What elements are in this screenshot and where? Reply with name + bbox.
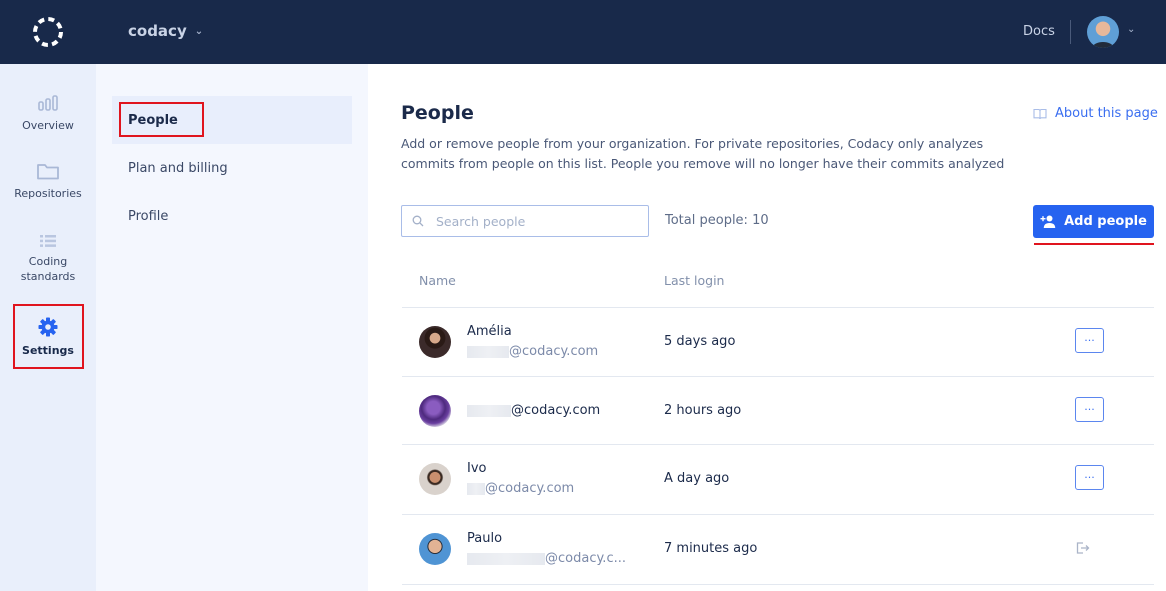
user-avatar[interactable] (1087, 16, 1119, 48)
nav-label: Repositories (14, 187, 82, 200)
person-email: @codacy.com (467, 344, 598, 359)
list-icon (40, 235, 56, 247)
folder-icon (37, 164, 59, 180)
avatar (419, 463, 451, 495)
add-people-highlight-underline (1034, 243, 1154, 245)
top-bar: codacy ⌄ Docs ⌄ (0, 0, 1166, 64)
nav-label: Overview (22, 119, 74, 132)
email-domain: @codacy.com (485, 481, 575, 496)
table-row: Paulo @codacy.c... 7 minutes ago (402, 515, 1154, 583)
person-name: Paulo (467, 531, 503, 546)
subnav-label: Profile (128, 208, 169, 224)
main-content: People About this page Add or remove peo… (368, 64, 1166, 591)
last-login: 2 hours ago (664, 403, 742, 418)
last-login: 5 days ago (664, 334, 736, 349)
subnav-item-plan-and-billing[interactable]: Plan and billing (112, 144, 352, 192)
subnav-label: Plan and billing (128, 160, 228, 176)
about-label: About this page (1055, 106, 1158, 121)
person-name: Amélia (467, 324, 512, 339)
search-input[interactable] (436, 213, 636, 229)
person-email: @codacy.com (467, 481, 574, 496)
codacy-logo-icon[interactable] (30, 14, 66, 50)
table-row: @codacy.com 2 hours ago ... (402, 377, 1154, 445)
bar-chart-icon (38, 95, 58, 111)
avatar (419, 395, 451, 427)
add-people-button[interactable]: Add people (1033, 205, 1154, 238)
page-title: People (401, 102, 474, 124)
search-field[interactable] (401, 205, 649, 237)
subnav-item-profile[interactable]: Profile (112, 192, 352, 240)
email-domain: @codacy.com (509, 344, 599, 359)
book-icon (1033, 108, 1047, 119)
divider (1070, 20, 1071, 44)
avatar (419, 326, 451, 358)
redacted-email-local (467, 482, 485, 495)
about-this-page-link[interactable]: About this page (1033, 106, 1158, 121)
column-header-name: Name (419, 273, 456, 288)
page-description: Add or remove people from your organizat… (401, 136, 1005, 171)
more-options-button[interactable]: ... (1075, 397, 1104, 422)
people-highlight-box (119, 102, 204, 137)
email-domain: @codacy.c... (545, 551, 626, 566)
row-divider (402, 584, 1154, 585)
leave-organization-icon[interactable] (1076, 542, 1090, 554)
last-login: 7 minutes ago (664, 541, 758, 556)
redacted-email-local (467, 345, 509, 358)
person-email: @codacy.c... (467, 551, 626, 566)
org-name: codacy (128, 22, 187, 40)
email-domain: @codacy.com (511, 403, 601, 418)
search-icon (412, 215, 424, 227)
more-options-button[interactable]: ... (1075, 328, 1104, 353)
org-switcher[interactable]: codacy ⌄ (128, 22, 203, 40)
more-options-button[interactable]: ... (1075, 465, 1104, 490)
chevron-down-icon[interactable]: ⌄ (1127, 24, 1135, 35)
total-people: Total people: 10 (665, 213, 769, 228)
nav-item-coding-standards[interactable]: Coding standards (0, 234, 96, 284)
person-name: Ivo (467, 461, 487, 476)
table-row: Amélia @codacy.com 5 days ago ... (402, 308, 1154, 376)
add-people-label: Add people (1064, 214, 1147, 229)
nav-label: Coding standards (20, 255, 76, 283)
chevron-down-icon: ⌄ (194, 25, 204, 37)
person-email: @codacy.com (467, 403, 600, 418)
column-header-last-login: Last login (664, 273, 725, 288)
redacted-email-local (467, 552, 545, 565)
redacted-email-local (467, 404, 511, 417)
settings-highlight-box (13, 304, 84, 369)
nav-item-repositories[interactable]: Repositories (0, 162, 96, 201)
last-login: A day ago (664, 471, 730, 486)
table-row: Ivo @codacy.com A day ago ... (402, 445, 1154, 513)
docs-link[interactable]: Docs (1023, 24, 1055, 39)
settings-subnav: People Plan and billing Profile (96, 64, 368, 591)
nav-item-overview[interactable]: Overview (0, 94, 96, 133)
add-user-icon (1040, 215, 1056, 228)
avatar (419, 533, 451, 565)
